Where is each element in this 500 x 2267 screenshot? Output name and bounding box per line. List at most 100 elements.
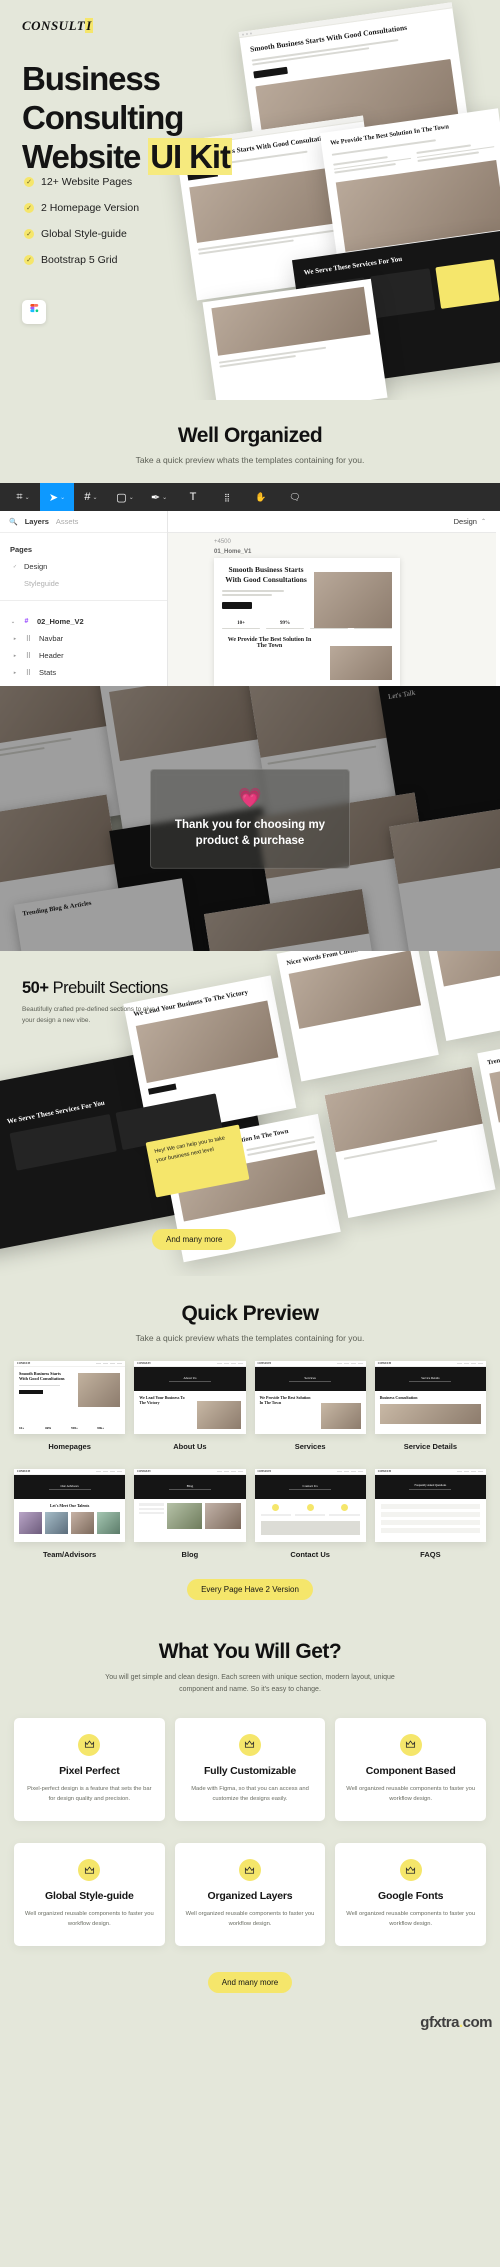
status-badge: And many more [152,1229,237,1250]
layer-row[interactable]: ▸ ⠿ Header [0,647,167,664]
page-root: CONSULTI Business Consulting Website UI … [0,0,500,2036]
preview-item[interactable]: CONSULTI Blog Blog [134,1469,246,1559]
crown-icon [238,1733,261,1756]
search-icon[interactable]: 🔍 [9,518,18,526]
preview-item[interactable]: CONSULTI Frequently Asked Questions FAQS [374,1469,486,1559]
status-badge: Every Page Have 2 Version [187,1579,313,1600]
preview-grid-row1: CONSULTI Smooth Business Starts With Goo… [0,1343,500,1451]
status-badge: And many more [207,1972,293,1994]
preview-item[interactable]: CONSULTI Services We Provide The Best So… [254,1361,366,1451]
figma-canvas[interactable]: Design ⌃ +4500 01_Home_V1 Smooth Busines… [168,511,496,686]
figma-toolbar: ⌗ ⌄ ➤ ⌄ # ⌄ ▢ ⌄ ✒ ⌄ T ⣿ ✋ 🗨 [0,483,500,511]
list-item-label: 12+ Website Pages [41,176,133,188]
feature-card: Fully Customizable Made with Figma, so t… [174,1717,326,1822]
feature-card-text: Well organized reusable components to fa… [24,1911,154,1928]
list-item-label: 2 Homepage Version [41,202,140,214]
and-many-more-pill-bottom: And many more [207,1972,293,1994]
canvas-heading-2: We Provide The Best Solution In The Town [227,637,312,650]
prebuilt-sections: We Lead Your Business To The Victory Nic… [0,951,500,1276]
preview-dark-title: Frequently Asked Questions [414,1484,447,1488]
preview-item[interactable]: CONSULTI Contact Us Contact Us [254,1469,366,1559]
group-icon: ⠿ [25,652,32,660]
preview-thumbnail[interactable]: CONSULTI Frequently Asked Questions [374,1469,486,1542]
preview-label: About Us [173,1442,207,1451]
tab-layers[interactable]: Layers [25,517,49,526]
feature-card-text: Well organized reusable components to fa… [185,1911,315,1928]
feature-card-text: Well organized reusable components to fa… [346,1911,476,1928]
feature-card: Global Style-guide Well organized reusab… [14,1843,165,1947]
comment-icon[interactable]: 🗨 [278,483,312,511]
figma-panel-tabs: 🔍 Layers Assets [0,511,167,533]
figma-layers-section: ⌄ # 02_Home_V2 ▸ ⠿ Navbar ▸ ⠿ Header ▸ ⠿ Stats… [0,605,167,686]
crown-icon [399,1859,422,1882]
check-icon: ✓ [24,203,34,213]
preview-title: Smooth Business Starts With Good Consult… [19,1371,65,1382]
canvas-heading: Smooth Business Starts With Good Consult… [225,565,307,584]
preview-thumbnail[interactable]: CONSULTI Smooth Business Starts With Goo… [14,1361,126,1434]
feature-card-text: Pixel-perfect design is a feature that s… [27,1785,152,1802]
list-item: ✓ 12+ Website Pages [24,176,139,188]
menu-icon[interactable]: ⌗ ⌄ [6,483,40,511]
layer-row[interactable]: ▸ ⠿ Stats [0,664,167,681]
preview-thumbnail[interactable]: CONSULTI Services We Provide The Best So… [254,1361,366,1434]
preview-item[interactable]: CONSULTI Service Details Business Consul… [374,1361,486,1451]
page-item-styleguide[interactable]: Styleguide [0,575,167,592]
cursor-icon[interactable]: ➤ ⌄ [40,483,74,511]
feature-card: Pixel Perfect Pixel-perfect design is a … [14,1717,165,1822]
frame-icon[interactable]: # ⌄ [74,483,108,511]
preview-dark-title: Contact Us [302,1483,318,1488]
preview-label: Blog [181,1550,199,1559]
feature-card: Google Fonts Well organized reusable com… [335,1843,486,1947]
preview-label: FAQS [420,1550,441,1559]
heart-icon: 💗 [238,787,262,809]
canvas-frame-label: 01_Home_V1 [214,549,252,555]
component-icon[interactable]: ⣿ [210,483,244,511]
brand-name: CONSULT [22,18,86,33]
divider [0,600,167,601]
layer-frame-row[interactable]: ⌄ # 02_Home_V2 [0,613,167,630]
preview-title: We Provide The Best Solution In The Town [259,1395,311,1406]
preview-title: Business Consultation [379,1395,418,1400]
panel-design-label[interactable]: Design [454,517,477,526]
shape-icon[interactable]: ▢ ⌄ [108,483,142,511]
hero-title-line2: Consulting [22,98,184,136]
list-item-label: Bootstrap 5 Grid [41,254,118,266]
preview-dark-title: Services [304,1375,316,1380]
preview-thumbnail[interactable]: CONSULTI Blog [134,1469,246,1542]
crown-icon [78,1733,101,1756]
feature-card-grid-row2: Global Style-guide Well organized reusab… [0,1821,500,1947]
preview-thumbnail[interactable]: CONSULTI Our Advisors Let's Meet Our Tal… [14,1469,126,1542]
preview-item[interactable]: CONSULTI About Us We Lead Your Business … [134,1361,246,1451]
section-title: What You Will Get? [158,1640,342,1663]
list-item: ✓ Bootstrap 5 Grid [24,254,139,266]
preview-item[interactable]: CONSULTI Smooth Business Starts With Goo… [14,1361,126,1451]
preview-thumbnail[interactable]: CONSULTI Contact Us [254,1469,366,1542]
preview-grid-row2: CONSULTI Our Advisors Let's Meet Our Tal… [0,1451,500,1559]
layer-row[interactable]: ▸ ⠿ Navbar [0,630,167,647]
hero-title-line3: Website [22,137,149,175]
mock-heading: Trending Blog & Articles [486,1046,500,1067]
chevron-right-icon: ▸ [13,652,17,659]
preview-item[interactable]: CONSULTI Our Advisors Let's Meet Our Tal… [14,1469,126,1559]
crown-icon [399,1733,422,1756]
preview-thumbnail[interactable]: CONSULTI Service Details Business Consul… [374,1361,486,1434]
canvas-stat: 99% [280,620,290,626]
yellow-note-text: Hey! We can help you to take your busine… [153,1135,226,1164]
canvas-frame[interactable]: Smooth Business Starts With Good Consult… [214,558,400,686]
feature-card: Component Based Well organized reusable … [335,1717,486,1822]
hand-icon[interactable]: ✋ [244,483,278,511]
preview-thumbnail[interactable]: CONSULTI About Us We Lead Your Business … [134,1361,246,1434]
thank-you-card: 💗 Thank you for choosing my product & pu… [150,768,350,869]
page-item-design[interactable]: ✓ Design [0,558,167,575]
section-title: Quick Preview [181,1302,319,1325]
every-page-version-pill: Every Page Have 2 Version [187,1579,313,1600]
feature-card-title: Google Fonts [378,1890,444,1903]
chevron-down-icon: ⌄ [10,618,16,625]
text-icon[interactable]: T [176,483,210,511]
watermark: gfxtra.com [0,1993,500,2035]
page-item-label: Design [24,562,48,571]
pen-icon[interactable]: ✒ ⌄ [142,483,176,511]
tab-assets[interactable]: Assets [56,517,79,526]
preview-dark-title: Service Details [421,1375,440,1380]
chevron-up-icon: ⌃ [480,519,486,525]
